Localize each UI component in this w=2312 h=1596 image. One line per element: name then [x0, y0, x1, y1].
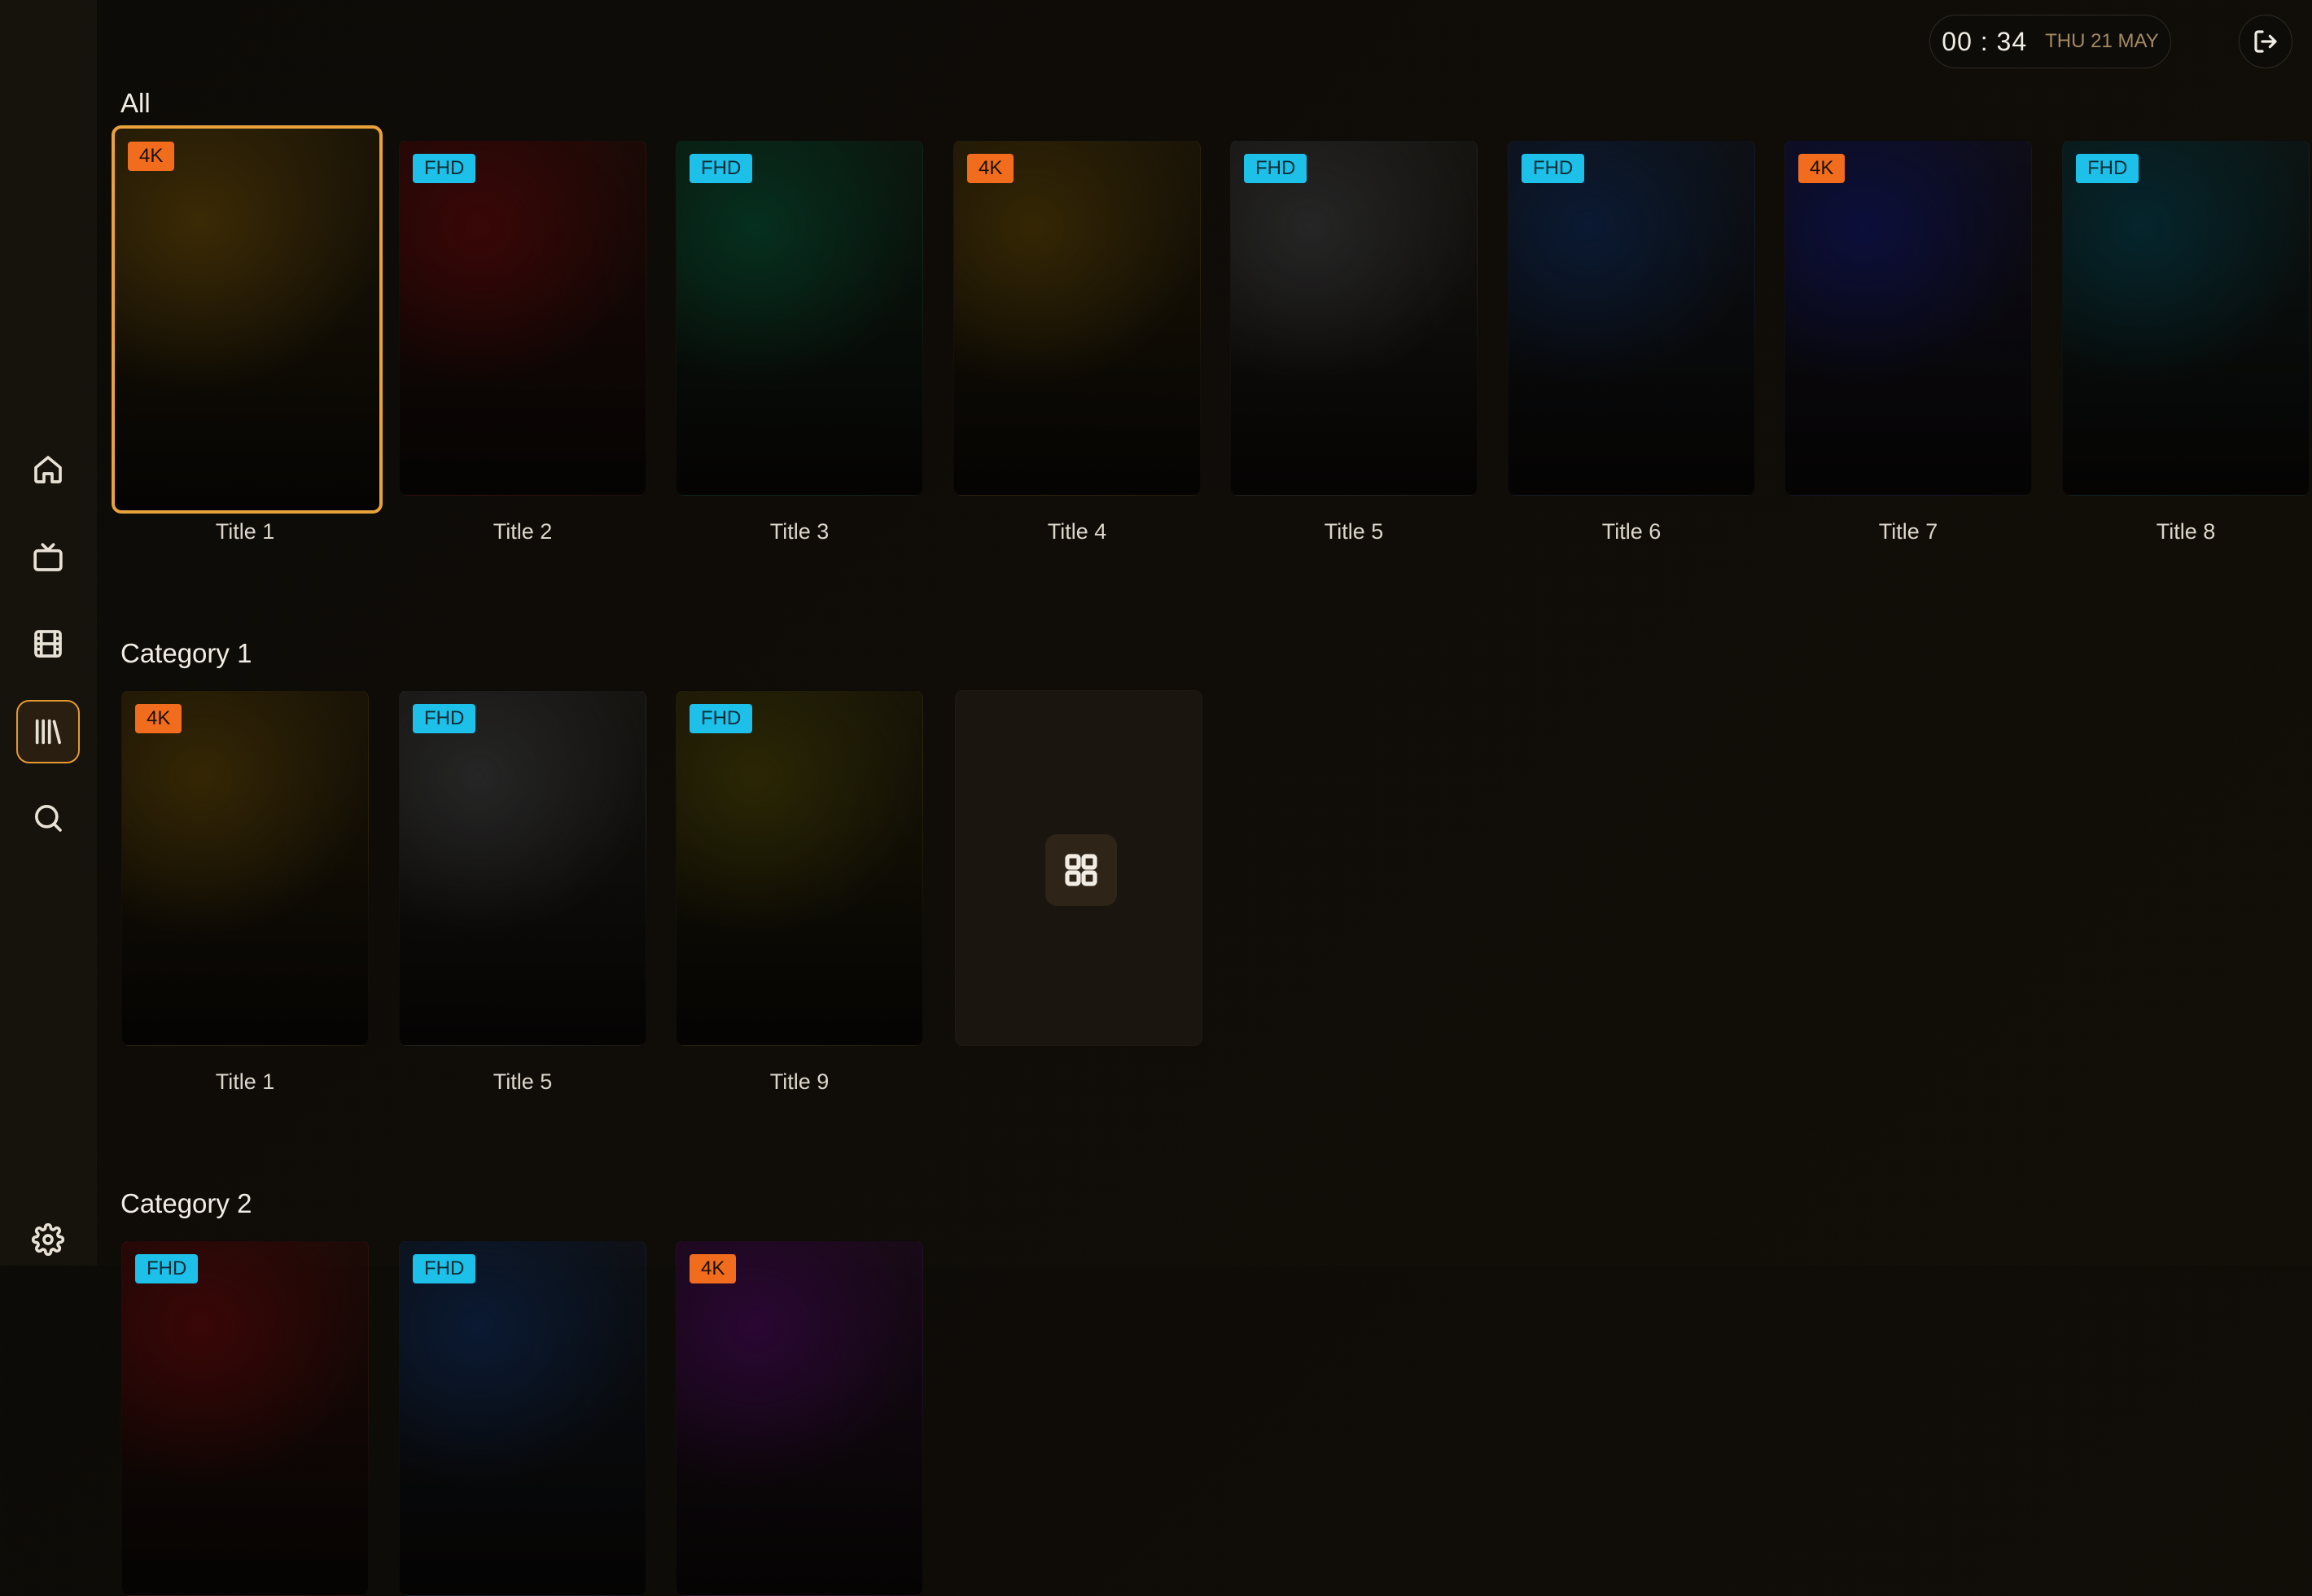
media-card[interactable]: 4K — [112, 125, 383, 514]
quality-badge: 4K — [1798, 154, 1846, 183]
card-title: Title 1 — [215, 519, 275, 544]
view-all-button[interactable] — [1045, 834, 1117, 906]
card-title: Title 6 — [1601, 519, 1662, 544]
clock-date: THU 21 MAY — [2045, 30, 2159, 52]
quality-badge: FHD — [2076, 154, 2139, 183]
media-card[interactable]: FHD — [1230, 140, 1478, 496]
quality-badge: FHD — [413, 1254, 476, 1283]
quality-badge: FHD — [413, 704, 476, 733]
quality-badge: FHD — [690, 704, 753, 733]
card-title: Title 2 — [493, 519, 553, 544]
view-all-card[interactable] — [955, 690, 1202, 1046]
card-title: Title 9 — [769, 1069, 830, 1094]
logout-icon — [2254, 30, 2277, 53]
media-card[interactable]: 4K — [676, 1240, 923, 1596]
card-title: Title 5 — [493, 1069, 553, 1094]
logout-button[interactable] — [2239, 15, 2292, 68]
quality-badge: 4K — [690, 1254, 737, 1283]
sidebar-item-home[interactable] — [16, 438, 80, 501]
clock-pill: 00 : 34 THU 21 MAY — [1929, 15, 2171, 68]
section-title-category-1: Category 1 — [120, 638, 252, 668]
media-card[interactable]: 4K — [953, 140, 1201, 496]
gear-icon — [32, 1223, 64, 1256]
media-card[interactable]: FHD — [399, 140, 646, 496]
quality-badge: FHD — [413, 154, 476, 183]
media-card[interactable]: FHD — [121, 1240, 369, 1596]
media-card[interactable]: FHD — [1508, 140, 1755, 496]
card-title: Title 3 — [769, 519, 830, 544]
media-card[interactable]: FHD — [676, 690, 923, 1046]
sidebar-item-movies[interactable] — [16, 612, 80, 676]
sidebar — [0, 0, 97, 1266]
clock-time: 00 : 34 — [1942, 26, 2028, 56]
library-icon — [35, 719, 61, 745]
quality-badge: FHD — [135, 1254, 199, 1283]
quality-badge: 4K — [128, 142, 175, 171]
card-title: Title 7 — [1878, 519, 1938, 544]
media-card[interactable]: FHD — [2062, 140, 2310, 496]
home-icon — [34, 456, 62, 483]
sidebar-item-search[interactable] — [16, 786, 80, 850]
media-card[interactable]: 4K — [1784, 140, 2032, 496]
quality-badge: FHD — [1244, 154, 1307, 183]
quality-badge: FHD — [690, 154, 753, 183]
card-title: Title 8 — [2156, 519, 2216, 544]
section-title-all: All — [120, 88, 151, 118]
quality-badge: 4K — [135, 704, 182, 733]
media-card[interactable]: 4K — [121, 690, 369, 1046]
media-card[interactable]: FHD — [399, 690, 646, 1046]
quality-badge: 4K — [967, 154, 1014, 183]
tv-icon — [33, 543, 63, 571]
quality-badge: FHD — [1522, 154, 1585, 183]
sidebar-item-library[interactable] — [16, 700, 80, 763]
sidebar-item-tv[interactable] — [16, 526, 80, 589]
media-card[interactable]: FHD — [399, 1240, 646, 1596]
search-icon — [35, 805, 62, 832]
section-title-category-2: Category 2 — [120, 1188, 252, 1218]
card-title: Title 5 — [1324, 519, 1384, 544]
grid-icon — [1065, 854, 1097, 886]
media-card[interactable]: FHD — [676, 140, 923, 496]
card-title: Title 1 — [215, 1069, 275, 1094]
film-icon — [34, 630, 62, 658]
sidebar-item-settings[interactable] — [16, 1208, 80, 1271]
card-title: Title 4 — [1047, 519, 1107, 544]
